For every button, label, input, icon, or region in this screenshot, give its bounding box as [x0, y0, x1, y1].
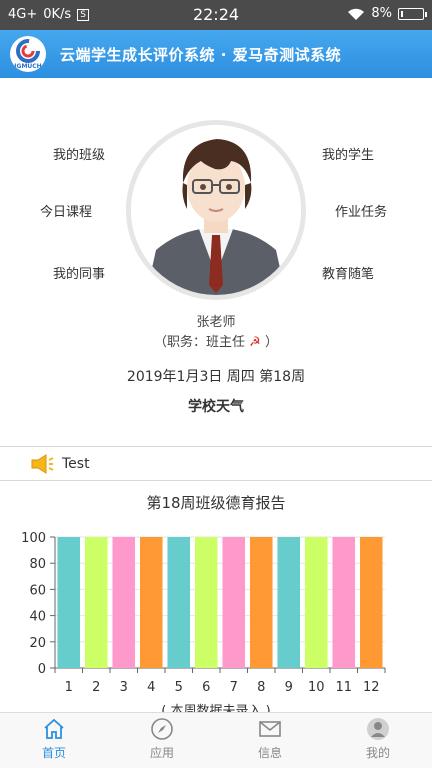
x-tick-label: 11 [335, 680, 352, 695]
x-tick-label: 9 [285, 680, 293, 695]
bar-10 [304, 537, 328, 668]
teacher-role: （职务：班主任 ☭ ） [0, 331, 432, 350]
bar-11 [332, 537, 356, 668]
x-tick-label: 1 [65, 680, 73, 695]
tab-messages-label: 信息 [257, 746, 282, 760]
chart-title: 第18周班级德育报告 [146, 494, 286, 512]
x-tick-label: 5 [175, 680, 183, 695]
y-tick-label: 20 [29, 636, 46, 651]
wifi-icon [348, 8, 365, 20]
x-tick-label: 4 [147, 680, 155, 695]
tab-messages[interactable]: 信息 [216, 713, 324, 768]
y-tick-label: 40 [29, 610, 46, 625]
x-tick-label: 6 [202, 680, 210, 695]
bottom-tabbar: 首页 应用 信息 我的 [0, 712, 432, 768]
notice-text: Test [62, 455, 90, 472]
bar-3 [112, 537, 136, 668]
menu-today-courses[interactable]: 今日课程 [40, 201, 92, 220]
bar-12 [359, 537, 383, 668]
x-tick-label: 12 [363, 680, 380, 695]
logo-text: IGMUCH [14, 63, 41, 70]
y-tick-label: 0 [38, 662, 46, 677]
teacher-name: 张老师 [196, 315, 236, 330]
x-tick-label: 2 [92, 680, 100, 695]
y-tick-label: 80 [29, 557, 46, 572]
menu-education-essays[interactable]: 教育随笔 [322, 263, 374, 282]
bar-9 [277, 537, 301, 668]
menu-homework-tasks[interactable]: 作业任务 [335, 201, 387, 220]
home-icon [44, 718, 64, 739]
y-tick-label: 60 [29, 583, 46, 598]
bar-2 [84, 537, 108, 668]
bar-8 [249, 537, 273, 668]
notice-bar[interactable]: Test [0, 447, 432, 480]
status-bar: 4G+ 0K/s S 22:24 8% [0, 0, 432, 30]
tab-apps[interactable]: 应用 [108, 713, 216, 768]
bar-4 [139, 537, 163, 668]
bar-7 [222, 537, 246, 668]
role-close: ） [264, 335, 278, 350]
menu-my-colleagues[interactable]: 我的同事 [53, 263, 105, 282]
bar-1 [57, 537, 81, 668]
compass-icon [151, 718, 173, 740]
date-line: 2019年1月3日 周四 第18周 [126, 369, 306, 385]
tab-mine-label: 我的 [365, 746, 390, 760]
app-header: IGMUCH 云端学生成长评价系统 · 爱马奇测试系统 [0, 30, 432, 78]
y-tick-label: 100 [21, 531, 46, 546]
tab-home-label: 首页 [41, 746, 66, 760]
mail-icon [259, 721, 281, 737]
menu-my-class[interactable]: 我的班级 [53, 144, 105, 163]
x-tick-label: 3 [120, 680, 128, 695]
bar-chart: 0204060801001 2 3 4 5 6 7 8 9 10 11 12 [21, 531, 386, 695]
divider-bottom [0, 480, 432, 481]
role-text: （职务：班主任 [154, 335, 246, 350]
teacher-avatar[interactable] [126, 120, 306, 300]
battery-icon [398, 7, 427, 20]
party-emblem-icon: ☭ [249, 335, 261, 350]
app-root: 4G+ 0K/s S 22:24 8% IGMUCH 云端学生成长评价系统 · … [0, 0, 432, 768]
app-logo: IGMUCH [10, 36, 46, 72]
status-right: 8% [347, 6, 427, 21]
teacher-portrait [131, 125, 301, 295]
menu-my-students[interactable]: 我的学生 [322, 144, 374, 163]
tab-apps-label: 应用 [149, 746, 174, 760]
bar-5 [167, 537, 191, 668]
tab-home[interactable]: 首页 [0, 713, 108, 768]
page-title: 云端学生成长评价系统 · 爱马奇测试系统 [60, 45, 342, 64]
x-tick-label: 10 [308, 680, 325, 695]
bar-6 [194, 537, 218, 668]
tab-mine[interactable]: 我的 [324, 713, 432, 768]
user-icon [367, 718, 389, 740]
x-tick-label: 7 [230, 680, 238, 695]
x-tick-label: 8 [257, 680, 265, 695]
battery-percent: 8% [371, 6, 392, 21]
chart-note: ( 本周数据未录入 ) [161, 704, 271, 712]
weather-link[interactable]: 学校天气 [0, 396, 432, 416]
megaphone-icon [31, 453, 54, 474]
